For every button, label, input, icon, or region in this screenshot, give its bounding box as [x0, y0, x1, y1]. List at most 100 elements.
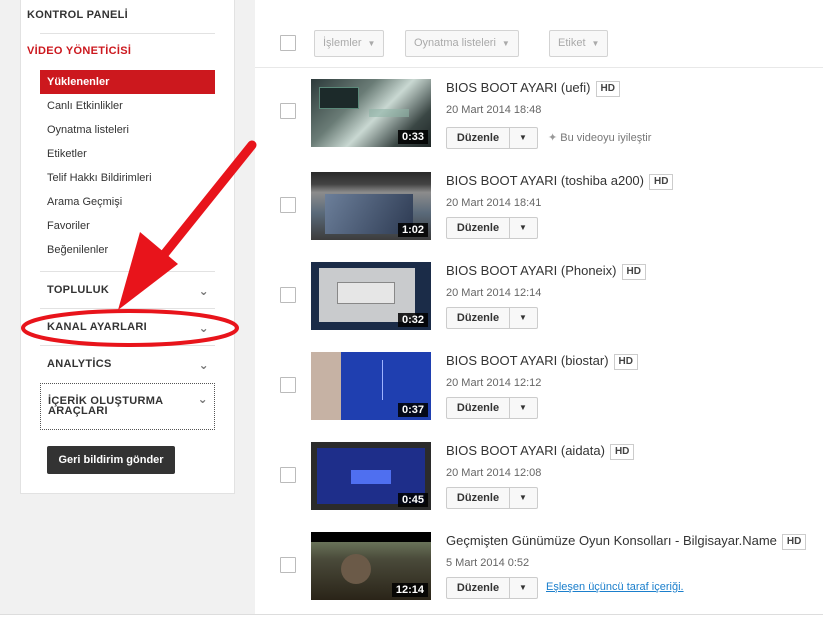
sidebar-divider	[40, 271, 215, 272]
playlists-button[interactable]: Oynatma listeleri ▼	[405, 30, 519, 57]
row-checkbox[interactable]	[280, 287, 296, 303]
video-duration: 0:32	[397, 313, 428, 327]
sidebar-community[interactable]: TOPLULUK ⌄	[40, 284, 215, 298]
sidebar-creator-tools-label: İÇERİK OLUŞTURMA ARAÇLARI	[48, 395, 163, 417]
video-thumbnail[interactable]: 1:02	[311, 172, 431, 240]
hd-badge: HD	[781, 534, 807, 550]
row-checkbox[interactable]	[280, 197, 296, 213]
video-row: 0:32 BIOS BOOT AYARI (Phoneix) HD 20 Mart…	[255, 248, 823, 338]
edit-label: Düzenle	[447, 128, 510, 148]
sidebar-analytics-label: ANALYTİCS	[47, 358, 112, 370]
video-manager-link[interactable]: VİDEO YÖNETİCİSİ	[27, 45, 131, 57]
sidebar-analytics[interactable]: ANALYTİCS ⌄	[40, 358, 215, 372]
hd-badge: HD	[613, 354, 638, 370]
improve-video-label: Bu videoyu iyileştir	[560, 132, 652, 144]
edit-label: Düzenle	[447, 218, 510, 238]
caret-down-icon[interactable]: ▼	[509, 128, 537, 148]
video-date: 20 Mart 2014 12:14	[446, 287, 542, 299]
thumb-screen-detail	[341, 554, 371, 584]
video-date: 5 Mart 2014 0:52	[446, 557, 530, 569]
video-title[interactable]: BIOS BOOT AYARI (toshiba a200) HD	[446, 173, 674, 190]
sidebar-channel-settings[interactable]: KANAL AYARLARI ⌄	[40, 321, 215, 335]
thumb-screen-detail	[369, 109, 409, 117]
edit-label: Düzenle	[447, 488, 510, 508]
video-title-text: BIOS BOOT AYARI (toshiba a200)	[446, 173, 644, 188]
video-duration: 0:33	[397, 130, 428, 144]
sidebar-item-tags[interactable]: Etiketler	[40, 142, 215, 166]
video-row: 1:02 BIOS BOOT AYARI (toshiba a200) HD 20…	[255, 158, 823, 248]
sidebar-item-favorites[interactable]: Favoriler	[40, 214, 215, 238]
tags-button[interactable]: Etiket ▼	[549, 30, 609, 57]
dashboard-link[interactable]: KONTROL PANELİ	[27, 9, 128, 21]
video-row: 0:37 BIOS BOOT AYARI (biostar) HD 20 Mart…	[255, 338, 823, 428]
video-title[interactable]: BIOS BOOT AYARI (aidata) HD	[446, 443, 635, 460]
row-checkbox[interactable]	[280, 103, 296, 119]
sidebar-item-live-events[interactable]: Canlı Etkinlikler	[40, 94, 215, 118]
row-checkbox[interactable]	[280, 557, 296, 573]
video-date: 20 Mart 2014 18:41	[446, 197, 542, 209]
video-thumbnail[interactable]: 0:45	[311, 442, 431, 510]
select-all-checkbox[interactable]	[280, 35, 296, 51]
thumb-screen-detail	[319, 87, 359, 109]
row-checkbox[interactable]	[280, 467, 296, 483]
video-row: 12:14 Geçmişten Günümüze Oyun Konsolları…	[255, 518, 823, 608]
sidebar-item-copyright[interactable]: Telif Hakkı Bildirimleri	[40, 166, 215, 190]
caret-down-icon[interactable]: ▼	[509, 578, 537, 598]
sidebar-item-playlists[interactable]: Oynatma listeleri	[40, 118, 215, 142]
sidebar-channel-settings-label: KANAL AYARLARI	[47, 321, 147, 333]
edit-button[interactable]: Düzenle ▼	[446, 217, 538, 239]
actions-button[interactable]: İşlemler ▼	[314, 30, 385, 57]
chevron-down-icon: ⌄	[198, 284, 209, 298]
bottom-bar	[0, 614, 823, 624]
video-title-text: BIOS BOOT AYARI (Phoneix)	[446, 263, 617, 278]
feedback-button[interactable]: Geri bildirim gönder	[47, 446, 175, 474]
matched-third-party-link[interactable]: Eşleşen üçüncü taraf içeriği.	[546, 581, 684, 593]
sidebar-divider	[40, 33, 215, 34]
video-row: 0:33 BIOS BOOT AYARI (uefi) HD 20 Mart 20…	[255, 68, 823, 158]
video-title[interactable]: Geçmişten Günümüze Oyun Konsolları - Bil…	[446, 533, 807, 550]
chevron-down-icon: ⌄	[198, 358, 209, 372]
video-thumbnail[interactable]: 0:33	[311, 79, 431, 147]
sidebar-item-uploads[interactable]: Yüklenenler	[40, 70, 215, 94]
thumb-screen-detail	[347, 360, 383, 400]
thumb-screen-detail	[337, 282, 395, 304]
caret-down-icon[interactable]: ▼	[509, 488, 537, 508]
hd-badge: HD	[595, 81, 620, 97]
sidebar-community-label: TOPLULUK	[47, 284, 110, 296]
hd-badge: HD	[621, 264, 646, 280]
caret-down-icon: ▼	[367, 39, 376, 48]
magic-wand-icon: ✦	[548, 132, 558, 144]
caret-down-icon[interactable]: ▼	[509, 308, 537, 328]
edit-button[interactable]: Düzenle ▼	[446, 397, 538, 419]
video-thumbnail[interactable]: 0:32	[311, 262, 431, 330]
video-title-text: Geçmişten Günümüze Oyun Konsolları - Bil…	[446, 533, 777, 548]
thumb-screen-detail	[311, 532, 431, 542]
hd-badge: HD	[609, 444, 635, 460]
video-title[interactable]: BIOS BOOT AYARI (Phoneix) HD	[446, 263, 646, 280]
video-title[interactable]: BIOS BOOT AYARI (uefi) HD	[446, 80, 620, 97]
edit-button[interactable]: Düzenle ▼	[446, 127, 538, 149]
video-title-text: BIOS BOOT AYARI (aidata)	[446, 443, 605, 458]
video-title[interactable]: BIOS BOOT AYARI (biostar) HD	[446, 353, 638, 370]
video-row: 0:45 BIOS BOOT AYARI (aidata) HD 20 Mart …	[255, 428, 823, 518]
sidebar-divider	[40, 308, 215, 309]
sidebar-item-search-history[interactable]: Arama Geçmişi	[40, 190, 215, 214]
sidebar-creator-tools[interactable]: İÇERİK OLUŞTURMA ARAÇLARI ⌄	[40, 383, 215, 430]
edit-button[interactable]: Düzenle ▼	[446, 487, 538, 509]
row-checkbox[interactable]	[280, 377, 296, 393]
sidebar-divider	[40, 345, 215, 346]
caret-down-icon[interactable]: ▼	[509, 398, 537, 418]
caret-down-icon[interactable]: ▼	[509, 218, 537, 238]
video-duration: 0:37	[397, 403, 428, 417]
actions-label: İşlemler	[323, 37, 362, 49]
video-date: 20 Mart 2014 12:12	[446, 377, 542, 389]
edit-button[interactable]: Düzenle ▼	[446, 307, 538, 329]
video-thumbnail[interactable]: 12:14	[311, 532, 431, 600]
video-duration: 12:14	[391, 583, 428, 597]
hd-badge: HD	[648, 174, 674, 190]
sidebar-item-liked[interactable]: Beğenilenler	[40, 238, 215, 262]
improve-video-link[interactable]: ✦ Bu videoyu iyileştir	[548, 131, 651, 144]
thumb-screen-detail	[351, 470, 391, 484]
video-thumbnail[interactable]: 0:37	[311, 352, 431, 420]
edit-button[interactable]: Düzenle ▼	[446, 577, 538, 599]
